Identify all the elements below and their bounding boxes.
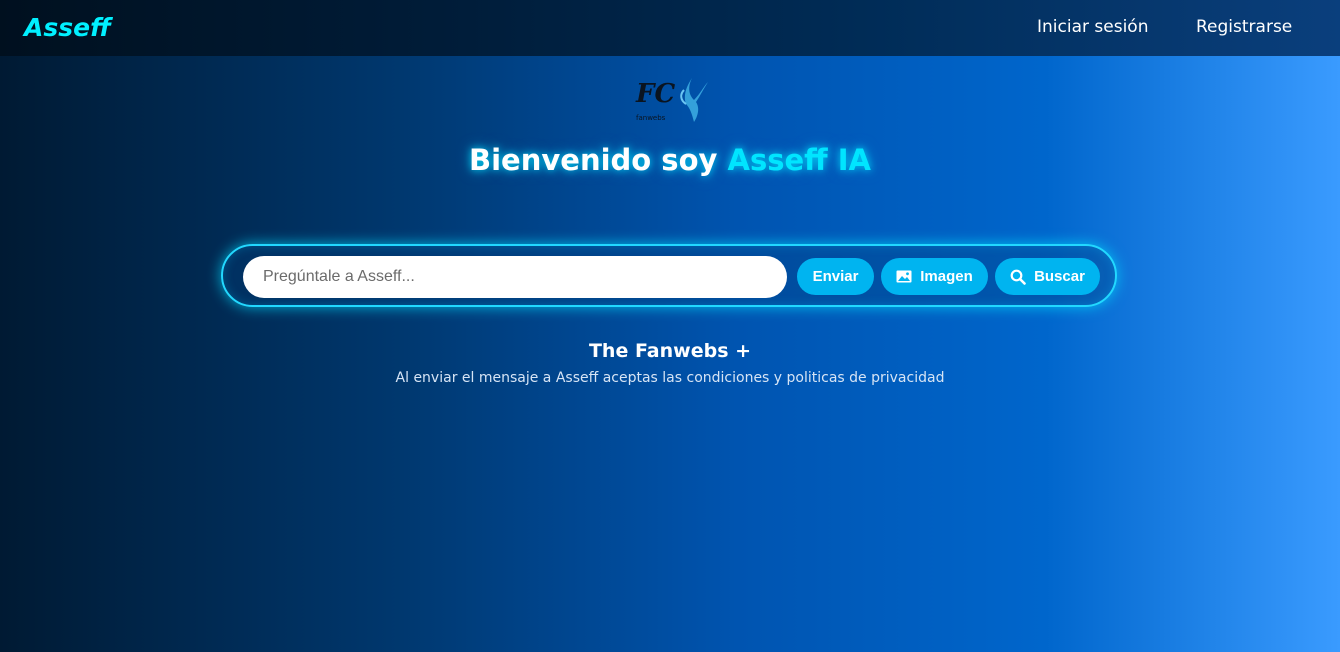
search-button[interactable]: Buscar (995, 258, 1100, 295)
privacy-note: Al enviar el mensaje a Asseff aceptas la… (395, 370, 945, 386)
image-button-label: Imagen (920, 268, 973, 285)
chat-input[interactable] (243, 256, 787, 298)
top-navbar: Asseff Iniciar sesión Registrarse (0, 0, 1340, 56)
hero-title-accent: Asseff IA (727, 143, 871, 177)
hero-title: Bienvenido soy Asseff IA (0, 143, 1340, 177)
search-button-label: Buscar (1034, 268, 1085, 285)
brand-logo-text[interactable]: Asseff (24, 13, 111, 42)
send-button-label: Enviar (812, 268, 859, 285)
svg-text:FC: FC (635, 79, 675, 109)
image-button[interactable]: Imagen (881, 258, 988, 295)
image-icon (896, 270, 912, 283)
footer-title: The Fanwebs + (588, 340, 752, 362)
fanwebs-logo: FC fanwebs (634, 72, 714, 124)
register-link[interactable]: Registrarse (1196, 17, 1292, 37)
chat-bar: Enviar Imagen Buscar (221, 244, 1117, 307)
send-button[interactable]: Enviar (797, 258, 874, 295)
svg-text:fanwebs: fanwebs (636, 114, 666, 122)
search-icon (1010, 269, 1026, 285)
login-link[interactable]: Iniciar sesión (1037, 17, 1148, 37)
hero-title-prefix: Bienvenido soy (469, 143, 728, 177)
